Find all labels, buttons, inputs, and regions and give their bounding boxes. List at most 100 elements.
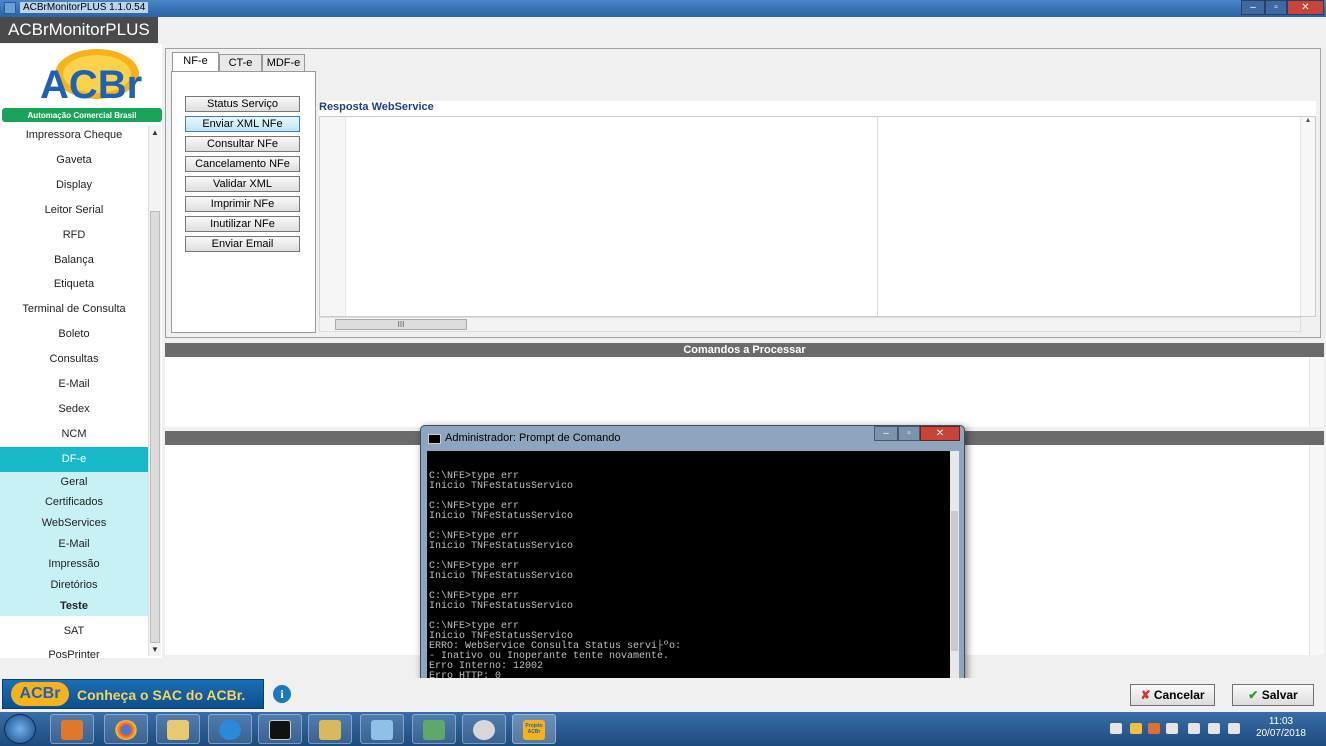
- sidebar-item-terminal-de-consulta[interactable]: Terminal de Consulta: [0, 297, 148, 322]
- acbr-task-icon: Projeto ACBr: [523, 720, 545, 740]
- taskbar-media-player[interactable]: [50, 714, 94, 744]
- volume-icon[interactable]: [1228, 723, 1240, 734]
- sidebar-scroll-thumb[interactable]: [150, 211, 160, 643]
- cmd-minimize-button[interactable]: ‒: [874, 426, 898, 441]
- cmd-close-button[interactable]: ✕: [920, 426, 960, 441]
- taskbar-chrome[interactable]: [104, 714, 148, 744]
- taskbar-acbr[interactable]: Projeto ACBr: [512, 714, 556, 744]
- acbr-logo: ACBr Automação Comercial Brasil: [2, 48, 162, 124]
- webservice-response-label: Resposta WebService: [319, 101, 1316, 116]
- window-title: ACBrMonitorPLUS 1.1.0.54: [20, 2, 149, 13]
- sidebar-subitem-diret-rios[interactable]: Diretórios: [0, 575, 148, 596]
- nfe-button-enviar-xml-nfe[interactable]: Enviar XML NFe: [185, 116, 300, 132]
- sidebar-item-gaveta[interactable]: Gaveta: [0, 148, 148, 173]
- clock-time: 11:03: [1268, 716, 1294, 727]
- nfe-button-consultar-nfe[interactable]: Consultar NFe: [185, 136, 300, 152]
- cmd-title: Administrador: Prompt de Comando: [445, 432, 621, 444]
- webservice-response-area[interactable]: ▲: [319, 116, 1316, 317]
- logo-tagline: Automação Comercial Brasil: [28, 111, 137, 120]
- taskbar-folder[interactable]: [308, 714, 352, 744]
- ws-hscroll-thumb[interactable]: III: [335, 319, 467, 330]
- minimize-button[interactable]: ‒: [1241, 0, 1265, 15]
- cmd-scrollbar[interactable]: [950, 451, 959, 701]
- tray-icon-4[interactable]: [1166, 723, 1178, 734]
- clock-date: 20/07/2018: [1255, 728, 1306, 739]
- app-icon: [4, 2, 16, 14]
- sidebar-item-ncm[interactable]: NCM: [0, 422, 148, 447]
- nfe-button-imprimir-nfe[interactable]: Imprimir NFe: [185, 196, 300, 212]
- nfe-button-status-servi-o[interactable]: Status Serviço: [185, 96, 300, 112]
- taskbar-clock[interactable]: 11:03 20/07/2018: [1256, 716, 1306, 740]
- sidebar-item-e-mail[interactable]: E-Mail: [0, 372, 148, 397]
- cmd-console[interactable]: C:\NFE>type err Inicio TNFeStatusServico C…: [427, 451, 959, 701]
- windows-taskbar: Projeto ACBr 11:03 20/07/2018: [0, 712, 1326, 746]
- sac-logo: ACBr: [11, 682, 69, 706]
- command-prompt-window[interactable]: Administrador: Prompt de Comando ‒ ▫ ✕ C…: [420, 425, 965, 707]
- sidebar-subitem-e-mail[interactable]: E-Mail: [0, 533, 148, 555]
- sidebar-item-boleto[interactable]: Boleto: [0, 322, 148, 347]
- sidebar-subitem-teste[interactable]: Teste: [0, 595, 148, 617]
- sac-banner[interactable]: ACBr Conheça o SAC do ACBr.: [2, 679, 264, 709]
- ws-horizontal-scrollbar[interactable]: III: [319, 317, 1301, 332]
- save-button[interactable]: ✔ Salvar: [1232, 684, 1314, 706]
- sidebar-item-consultas[interactable]: Consultas: [0, 347, 148, 372]
- x-icon: ✘: [1140, 688, 1151, 702]
- tray-icon-3[interactable]: [1148, 723, 1160, 734]
- sidebar-subitem-impress-o[interactable]: Impressão: [0, 554, 148, 576]
- sac-text: Conheça o SAC do ACBr.: [77, 687, 246, 703]
- taskbar-cmd[interactable]: [258, 714, 302, 744]
- sidebar-item-posprinter[interactable]: PosPrinter: [0, 643, 148, 668]
- info-icon[interactable]: i: [273, 685, 291, 703]
- taskbar-control-panel[interactable]: [360, 714, 404, 744]
- sidebar-item-rfd[interactable]: RFD: [0, 223, 148, 248]
- sidebar-item-etiqueta[interactable]: Etiqueta: [0, 272, 148, 297]
- sidebar-item-sat[interactable]: SAT: [0, 619, 148, 644]
- close-button[interactable]: ✕: [1287, 0, 1324, 15]
- bottom-bar: ACBr Conheça o SAC do ACBr. i ✘ Cancelar…: [0, 678, 1326, 712]
- cmd-line: Inicio TNFeStatusServico: [429, 511, 574, 522]
- cancel-button[interactable]: ✘ Cancelar: [1130, 684, 1215, 706]
- sidebar-item-sedex[interactable]: Sedex: [0, 397, 148, 422]
- commands-section-header: Comandos a Processar: [165, 343, 1324, 357]
- tab-mdfe[interactable]: MDF-e: [262, 54, 305, 72]
- sidebar-item-leitor-serial[interactable]: Leitor Serial: [0, 198, 148, 223]
- tray-icon-2[interactable]: [1130, 723, 1142, 734]
- sidebar-subitem-geral[interactable]: Geral: [0, 471, 148, 493]
- flag-icon[interactable]: [1188, 723, 1200, 734]
- cancel-label: Cancelar: [1153, 688, 1205, 702]
- maximize-button[interactable]: ▫: [1265, 0, 1287, 15]
- cmd-maximize-button[interactable]: ▫: [898, 426, 920, 441]
- sidebar-subitem-certificados[interactable]: Certificados: [0, 492, 148, 513]
- taskbar-network[interactable]: [412, 714, 456, 744]
- nfe-button-inutilizar-nfe[interactable]: Inutilizar NFe: [185, 216, 300, 232]
- network-icon[interactable]: [1208, 723, 1220, 734]
- cmd-line: Inicio TNFeStatusServico: [429, 541, 574, 552]
- window-title-bar[interactable]: ACBrMonitorPLUS 1.1.0.54 ‒ ▫ ✕: [0, 0, 1326, 17]
- check-icon: ✔: [1248, 688, 1259, 702]
- sidebar-item-display[interactable]: Display: [0, 173, 148, 198]
- tray-icon-1[interactable]: [1110, 723, 1122, 734]
- commands-area[interactable]: [165, 357, 1324, 427]
- nfe-button-cancelamento-nfe[interactable]: Cancelamento NFe: [185, 156, 300, 172]
- nfe-button-validar-xml[interactable]: Validar XML: [185, 176, 300, 192]
- responses-scrollbar[interactable]: [1309, 445, 1324, 655]
- taskbar-explorer[interactable]: [156, 714, 200, 744]
- taskbar-paint[interactable]: [462, 714, 506, 744]
- cmd-line: Erro Interno: 12002: [429, 661, 544, 672]
- ws-vertical-scrollbar[interactable]: ▲: [1300, 117, 1315, 316]
- tab-cte[interactable]: CT-e: [219, 54, 262, 72]
- sidebar-item-df-e[interactable]: DF-e: [0, 446, 148, 472]
- cmd-icon: [428, 434, 441, 444]
- nfe-button-enviar-email[interactable]: Enviar Email: [185, 236, 300, 252]
- taskbar-ie[interactable]: [208, 714, 252, 744]
- start-button[interactable]: [4, 714, 36, 744]
- tab-nfe[interactable]: NF-e: [172, 52, 219, 72]
- cmd-line: Inicio TNFeStatusServico: [429, 601, 574, 612]
- sidebar-item-impressora-cheque[interactable]: Impressora Cheque: [0, 123, 148, 148]
- cmd-line: Inicio TNFeStatusServico: [429, 571, 574, 582]
- sidebar-scrollbar[interactable]: ▲ ▼: [148, 126, 161, 656]
- sidebar-item-balan-a[interactable]: Balança: [0, 248, 148, 273]
- sidebar-subitem-webservices[interactable]: WebServices: [0, 513, 148, 534]
- commands-scrollbar[interactable]: [1309, 357, 1324, 427]
- cmd-line: Inicio TNFeStatusServico: [429, 481, 574, 492]
